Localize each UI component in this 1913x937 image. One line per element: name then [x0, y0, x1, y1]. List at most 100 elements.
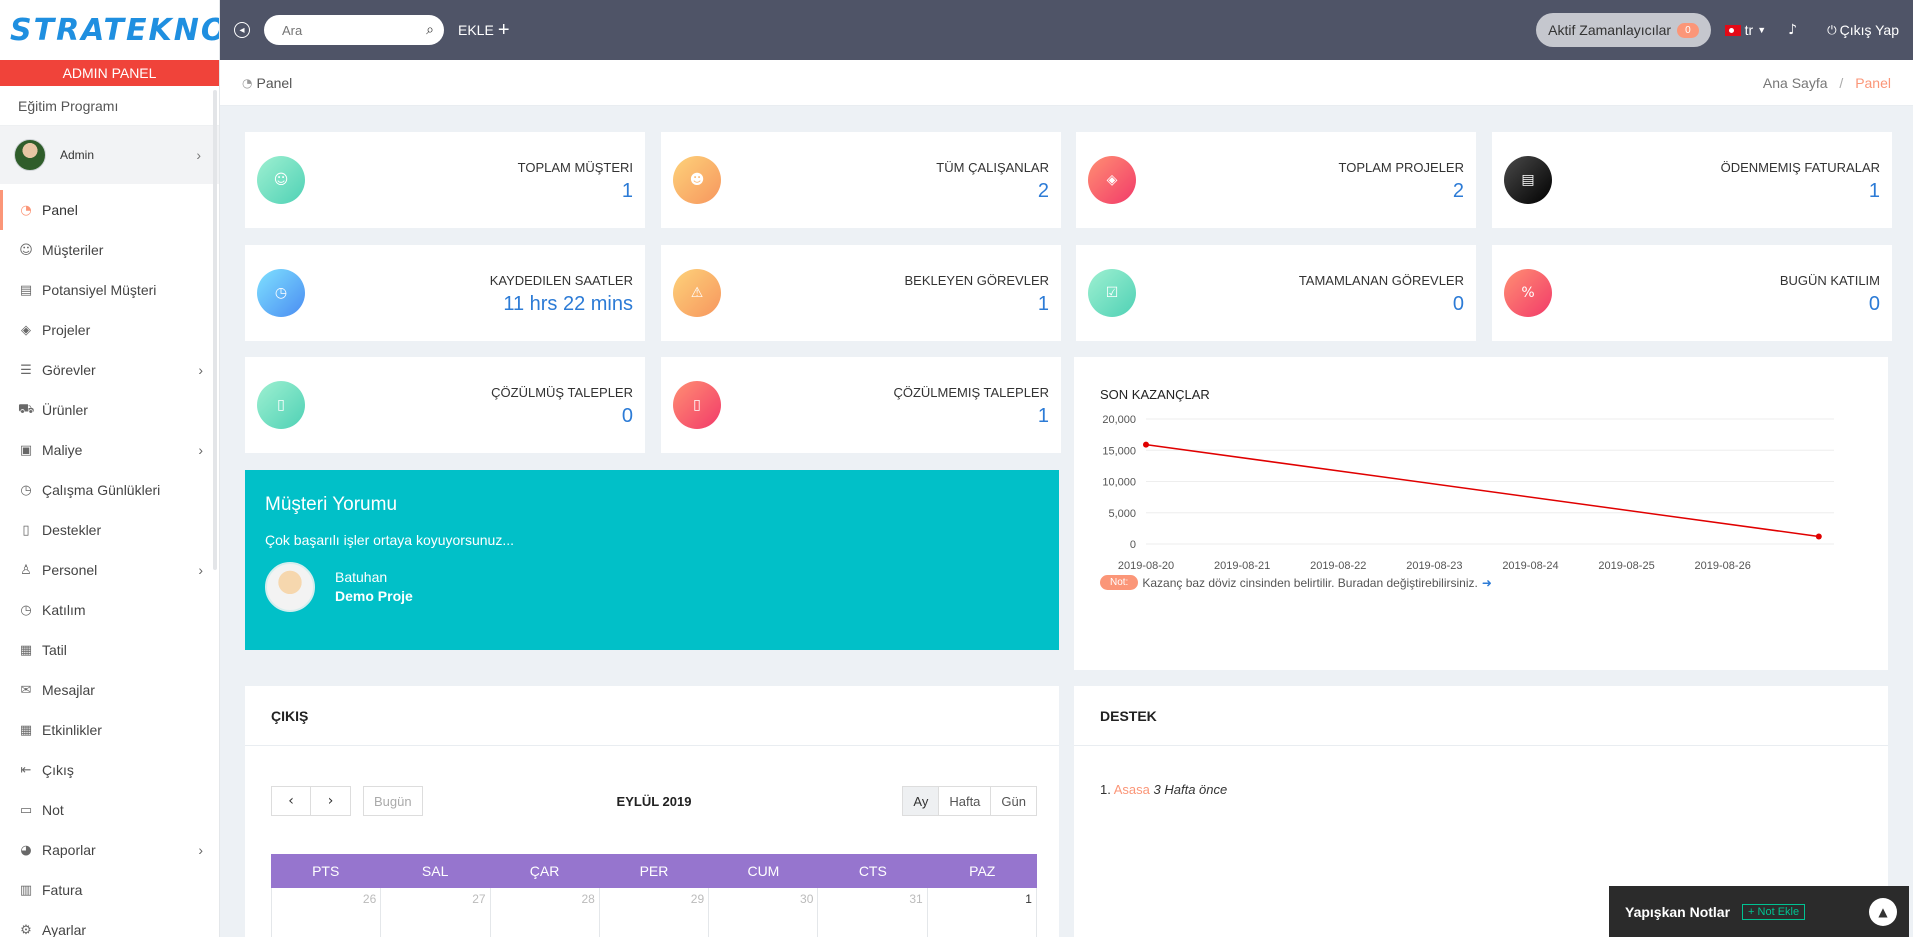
chevron-up-icon[interactable]: ▲ [1869, 897, 1897, 926]
stat-card[interactable]: ◈ TOPLAM PROJELER 2 [1076, 132, 1476, 228]
data-point[interactable] [1143, 441, 1149, 448]
breadcrumb-current: Panel [1855, 74, 1891, 91]
sidebar-item-label: Görevler [42, 362, 96, 378]
sidebar-item-7[interactable]: ◷ Çalışma Günlükleri [0, 470, 219, 510]
search-icon[interactable]: ⌕ [426, 22, 434, 38]
stat-label: ÖDENMEMIŞ FATURALAR [1720, 160, 1880, 175]
support-link[interactable]: Asasa [1114, 782, 1150, 797]
sidebar-item-6[interactable]: ▣ Maliye › [0, 430, 219, 470]
stat-card[interactable]: ⚠ BEKLEYEN GÖREVLER 1 [661, 245, 1061, 341]
view-button[interactable]: Gün [991, 786, 1037, 816]
logout-button[interactable]: ⏻ Çıkış Yap [1827, 22, 1899, 38]
sidebar-item-15[interactable]: ▭ Not [0, 790, 219, 830]
stat-card[interactable]: ▯ ÇÖZÜLMEMIŞ TALEPLER 1 [661, 357, 1061, 453]
sidebar-item-13[interactable]: ▦ Etkinlikler [0, 710, 219, 750]
stat-label: TÜM ÇALIŞANLAR [936, 160, 1049, 175]
sidebar-item-14[interactable]: ⇤ Çıkış [0, 750, 219, 790]
sidebar-item-12[interactable]: ✉ Mesajlar [0, 670, 219, 710]
bell-icon[interactable]: ♪ [1788, 22, 1797, 38]
sidebar-item-9[interactable]: ♙ Personel › [0, 550, 219, 590]
stat-label: TAMAMLANAN GÖREVLER [1298, 273, 1464, 288]
add-note-button[interactable]: + Not Ekle [1742, 903, 1806, 920]
sidebar-item-18[interactable]: ⚙ Ayarlar [0, 910, 219, 937]
y-tick-label: 15,000 [1102, 445, 1136, 457]
clock-icon: ◷ [20, 602, 32, 618]
weekday-label: PER [639, 863, 669, 879]
active-timers-button[interactable]: Aktif Zamanlayıcılar 0 [1536, 13, 1711, 47]
stat-card[interactable]: ☺ TOPLAM MÜŞTERI 1 [245, 132, 645, 228]
note-tag: Not: [1100, 575, 1139, 590]
sidebar-item-5[interactable]: ⛟ Ürünler [0, 390, 219, 430]
page-title: Panel [256, 74, 293, 91]
exits-panel: ÇIKIŞ ‹ › Bugün EYLÜL 2019 Ay Hafta Gün PT… [245, 686, 1059, 937]
weekday-label: ÇAR [529, 863, 560, 879]
weekday-label: PAZ [969, 863, 996, 879]
sticky-notes-bar: Yapışkan Notlar + Not Ekle ▲ [1609, 886, 1909, 937]
dashboard-icon: ◔ [242, 75, 253, 90]
note-text: Kazanç baz döviz cinsinden belirtilir. B… [1142, 575, 1478, 590]
sidebar-item-8[interactable]: ▯ Destekler [0, 510, 219, 550]
layers-icon: ◈ [1088, 156, 1136, 204]
sidebar-item-3[interactable]: ◈ Projeler [0, 310, 219, 350]
calendar-day[interactable]: 27 [381, 888, 491, 937]
stat-card[interactable]: ☑ TAMAMLANAN GÖREVLER 0 [1076, 245, 1476, 341]
breadcrumb-home[interactable]: Ana Sayfa [1763, 75, 1828, 91]
sidebar-item-2[interactable]: ▤ Potansiyel Müşteri [0, 270, 219, 310]
check-icon: ☑ [1088, 269, 1136, 317]
calendar-day[interactable]: 1 [928, 888, 1037, 937]
ticket-icon: ▯ [673, 381, 721, 429]
language-selector[interactable]: tr ▼ [1724, 22, 1766, 38]
today-button[interactable]: Bugün [363, 786, 423, 816]
view-button[interactable]: Hafta [939, 786, 992, 816]
sidebar-item-11[interactable]: ▦ Tatil [0, 630, 219, 670]
warning-icon: ⚠ [673, 269, 721, 317]
calendar-day[interactable]: 26 [271, 888, 382, 937]
add-menu-button[interactable]: EKLE + [458, 20, 510, 40]
avatar [265, 562, 315, 612]
tasks-icon: ☰ [20, 362, 32, 378]
search-input[interactable] [282, 22, 412, 38]
sidebar-item-label: Etkinlikler [42, 722, 102, 738]
brand-logo[interactable]: STRATEKNO [0, 0, 219, 60]
prev-month-button[interactable]: ‹ [271, 786, 311, 816]
employees-icon: ☻ [673, 156, 721, 204]
calendar-day[interactable]: 31 [818, 888, 928, 937]
stat-value: 1 [1037, 405, 1049, 427]
support-title: DESTEK [1074, 686, 1888, 746]
support-list: 1. Asasa 3 Hafta önce [1100, 782, 1227, 797]
sidebar-item-17[interactable]: ▥ Fatura [0, 870, 219, 910]
sidebar-item-0[interactable]: ◔ Panel [0, 190, 219, 230]
sidebar-item-4[interactable]: ☰ Görevler › [0, 350, 219, 390]
collapse-sidebar-icon[interactable]: ◂ [234, 22, 250, 38]
calendar-day[interactable]: 29 [600, 888, 710, 937]
x-tick-label: 2019-08-26 [1695, 560, 1751, 572]
sidebar-item-label: Ürünler [42, 402, 88, 418]
sidebar-item-16[interactable]: ◕ Raporlar › [0, 830, 219, 870]
sidebar-menu: ◔ Panel ☺ Müşteriler ▤ Potansiyel Müşteri ◈ Pro… [0, 184, 219, 937]
stat-label: BUGÜN KATILIM [1779, 273, 1880, 288]
stat-card[interactable]: ☻ TÜM ÇALIŞANLAR 2 [661, 132, 1061, 228]
stat-label: ÇÖZÜLMEMIŞ TALEPLER [893, 385, 1049, 400]
sidebar-scrollbar[interactable] [213, 90, 217, 570]
earnings-title: SON KAZANÇLAR [1100, 387, 1210, 402]
data-point[interactable] [1815, 533, 1822, 540]
stat-card[interactable]: ◷ KAYDEDILEN SAATLER 11 hrs 22 mins [245, 245, 645, 341]
stat-card[interactable]: % BUGÜN KATILIM 0 [1492, 245, 1892, 341]
percent-icon: % [1504, 269, 1552, 317]
stat-card[interactable]: ▤ ÖDENMEMIŞ FATURALAR 1 [1492, 132, 1892, 228]
sidebar-item-10[interactable]: ◷ Katılım [0, 590, 219, 630]
sidebar-item-label: Raporlar [42, 842, 96, 858]
next-month-button[interactable]: › [311, 786, 351, 816]
sticky-notes-title: Yapışkan Notlar [1625, 903, 1731, 920]
sidebar-item-label: Fatura [42, 882, 83, 898]
sidebar-item-1[interactable]: ☺ Müşteriler [0, 230, 219, 270]
sidebar-item-label: Müşteriler [42, 242, 104, 258]
view-button[interactable]: Ay [902, 786, 940, 816]
calendar-day[interactable]: 28 [491, 888, 600, 937]
calendar-day[interactable]: 30 [709, 888, 819, 937]
user-profile[interactable]: Admin › [0, 126, 219, 184]
list-index: 1. [1100, 782, 1111, 797]
stat-card[interactable]: ▯ ÇÖZÜLMÜŞ TALEPLER 0 [245, 357, 645, 453]
arrow-right-icon[interactable]: ➜ [1482, 576, 1492, 590]
chevron-right-icon: › [198, 842, 203, 858]
